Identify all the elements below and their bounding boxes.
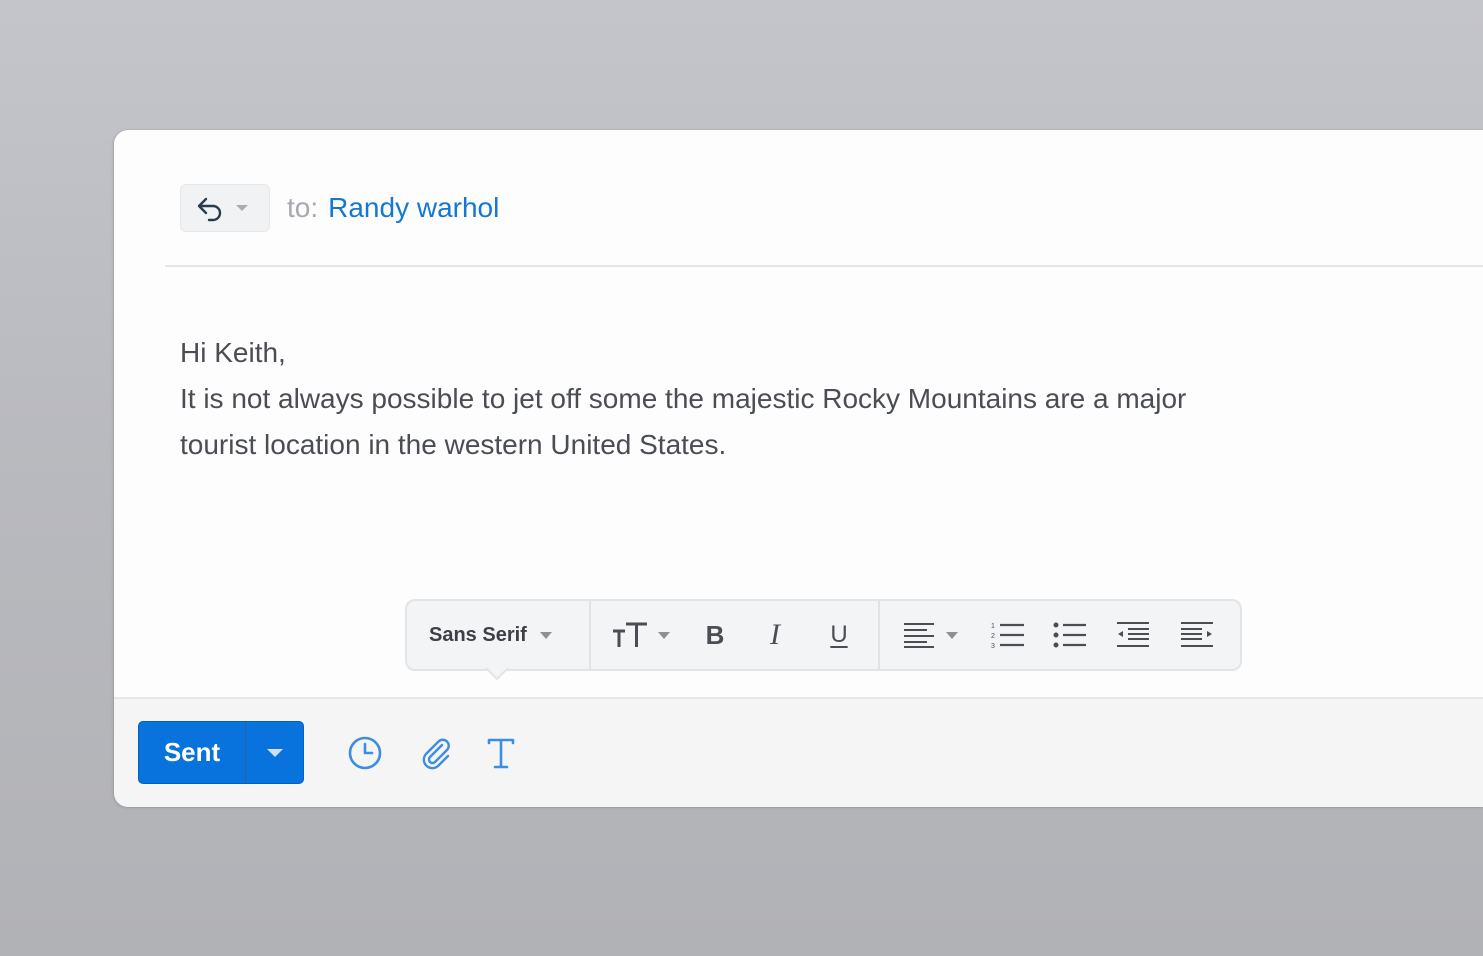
clock-icon: [348, 736, 382, 770]
compose-header: to: Randy warhol: [165, 130, 1483, 267]
reply-options-button[interactable]: [180, 184, 270, 232]
outdent-icon: [1117, 622, 1149, 647]
increase-indent-button[interactable]: [1179, 601, 1215, 669]
formatting-toolbar: Sans Serif B I U 1 2 3: [405, 599, 1242, 671]
align-left-icon: [904, 623, 934, 648]
alignment-select[interactable]: [903, 601, 965, 669]
paperclip-icon: [422, 738, 450, 770]
send-label: Sent: [163, 737, 221, 767]
svg-text:1: 1: [991, 623, 995, 630]
body-paragraph: It is not always possible to jet off som…: [180, 383, 1187, 460]
compose-window: to: Randy warhol Hi Keith, It is not alw…: [114, 130, 1483, 807]
recipient-name[interactable]: Randy warhol: [328, 192, 499, 224]
toolbar-divider: [589, 601, 591, 669]
toolbar-divider: [878, 601, 880, 669]
svg-text:3: 3: [991, 643, 995, 649]
decrease-indent-button[interactable]: [1115, 601, 1151, 669]
chevron-down-icon: [658, 631, 670, 639]
svg-text:2: 2: [991, 633, 995, 640]
recipient-row: to: Randy warhol: [287, 188, 499, 228]
send-button[interactable]: Sent: [138, 721, 304, 784]
chevron-down-icon: [946, 631, 958, 639]
text-format-icon: [487, 738, 515, 769]
schedule-send-button[interactable]: [347, 735, 383, 771]
compose-footer: Sent: [114, 697, 1483, 807]
underline-button[interactable]: U: [819, 601, 859, 669]
italic-button[interactable]: I: [755, 601, 795, 669]
send-options-button[interactable]: [246, 722, 303, 783]
reply-icon: [197, 197, 222, 222]
bold-button[interactable]: B: [695, 601, 735, 669]
indent-icon: [1181, 622, 1213, 647]
toolbar-pointer: [484, 666, 510, 682]
font-family-label: Sans Serif: [429, 623, 527, 646]
body-greeting: Hi Keith,: [180, 337, 286, 368]
numbered-list-icon: 1 2 3: [991, 623, 1024, 649]
to-label: to:: [287, 192, 319, 223]
attach-file-button[interactable]: [418, 735, 454, 771]
chevron-down-icon: [266, 748, 283, 757]
font-family-select[interactable]: Sans Serif: [429, 601, 589, 669]
underline-glyph: U: [830, 621, 848, 648]
italic-glyph: I: [770, 618, 780, 651]
numbered-list-button[interactable]: 1 2 3: [991, 601, 1025, 669]
chevron-down-icon: [236, 205, 248, 211]
font-size-select[interactable]: [611, 601, 683, 669]
bold-glyph: B: [705, 619, 725, 650]
bullet-list-button[interactable]: [1053, 601, 1087, 669]
bullet-list-icon: [1053, 622, 1086, 648]
formatting-toggle-button[interactable]: [483, 735, 519, 771]
message-body[interactable]: Hi Keith, It is not always possible to j…: [180, 330, 1260, 468]
font-size-icon: [613, 622, 647, 647]
chevron-down-icon: [539, 631, 552, 639]
